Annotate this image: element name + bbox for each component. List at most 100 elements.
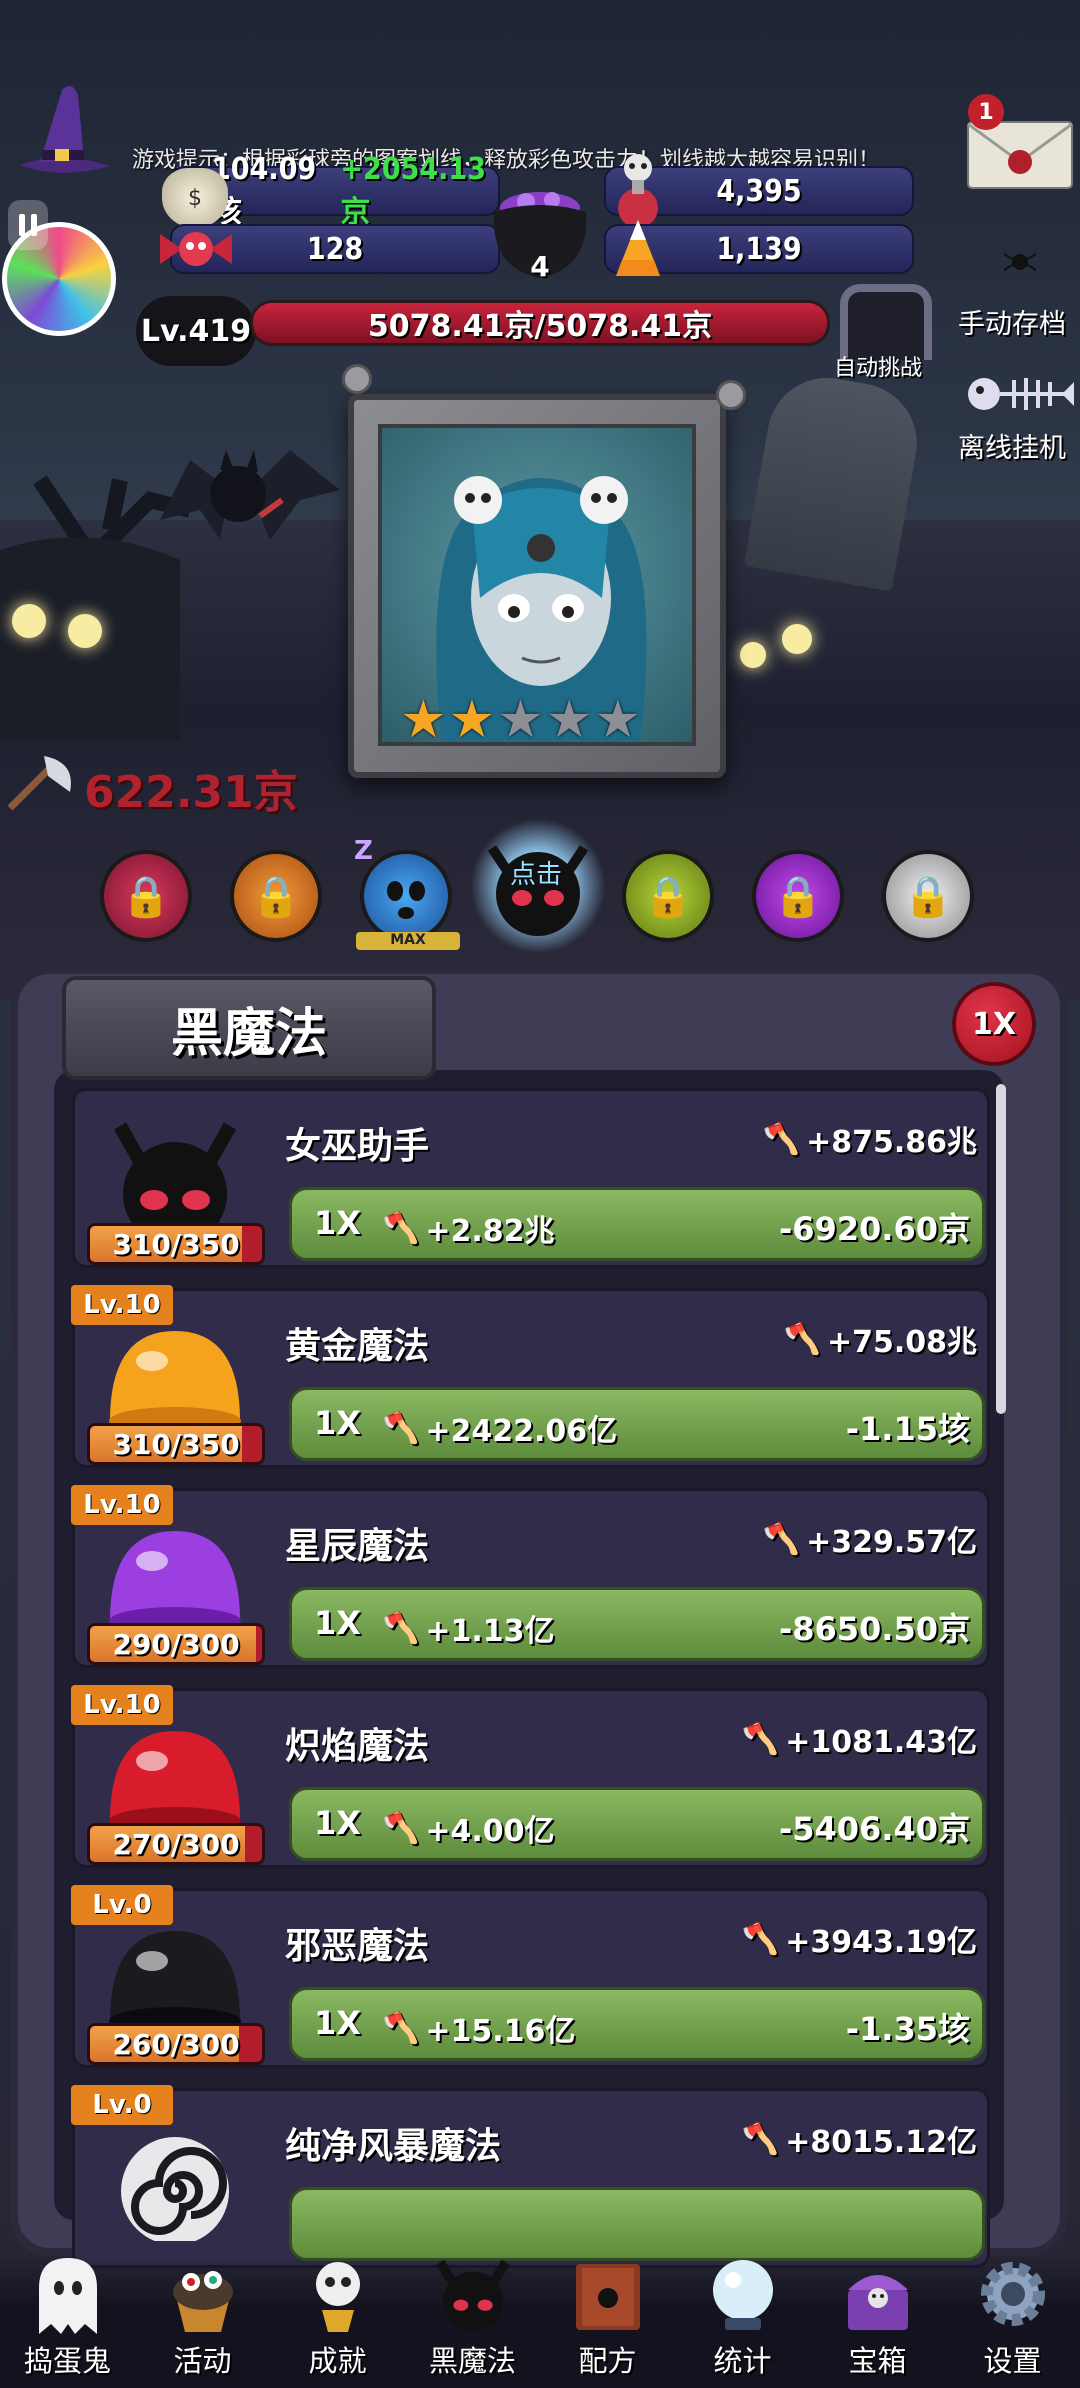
magic-dps: 🪓 +75.08兆 xyxy=(784,1317,977,1361)
nav-item[interactable]: 黑魔法 xyxy=(413,2252,533,2380)
star-empty-icon: ★ xyxy=(497,690,544,750)
locked-monster-orange[interactable]: 🔒 xyxy=(230,850,322,942)
damage-float-text: 622.31京 xyxy=(84,767,298,818)
upgrade-button[interactable]: 1X 🪓 +4.00亿 -5406.40京 xyxy=(289,1787,985,1861)
nav-item[interactable]: 活动 xyxy=(143,2252,263,2380)
magic-card[interactable]: 310/350 女巫助手 🪓 +875.86兆 1X 🪓 +2.82兆 -6920.… xyxy=(72,1088,990,1268)
axe-icon: 🪓 xyxy=(382,1210,420,1246)
upgrade-gain-value: +2.82兆 xyxy=(425,1214,555,1249)
nav-label: 宝箱 xyxy=(848,2344,907,2378)
axe-icon: 🪓 xyxy=(382,1610,420,1646)
lock-icon: 🔒 xyxy=(643,873,693,920)
wrapped-candy-icon xyxy=(160,226,232,272)
level-tag: Lv.0 xyxy=(71,1885,173,1925)
nav-item[interactable]: 设置 xyxy=(953,2252,1073,2380)
locked-monster-red[interactable]: 🔒 xyxy=(100,850,192,942)
glowing-eye-left-2 xyxy=(68,614,102,648)
sleep-indicator: Z xyxy=(354,836,373,866)
nav-item[interactable]: 捣蛋鬼 xyxy=(8,2252,128,2380)
gold-rate: +2054.13京 xyxy=(340,151,486,230)
upgrade-cost: -1.35垓 xyxy=(845,2010,970,2048)
star-empty-icon: ★ xyxy=(545,690,593,750)
magic-name: 纯净风暴魔法 xyxy=(285,2126,502,2167)
magic-name: 女巫助手 xyxy=(285,1126,430,1167)
nav-item[interactable]: 宝箱 xyxy=(818,2252,938,2380)
offline-idle-button[interactable]: 离线挂机 xyxy=(958,426,1066,465)
nav-label: 设置 xyxy=(983,2344,1042,2378)
locked-monster-white[interactable]: 🔒 xyxy=(882,850,974,942)
nav-item[interactable]: 统计 xyxy=(683,2252,803,2380)
magic-dps-value: +3943.19亿 xyxy=(785,1925,977,1960)
monster-selector: 🔒 🔒 Z MAX 点击 🔒 🔒 🔒 xyxy=(100,818,980,960)
list-scrollbar[interactable] xyxy=(996,1084,1006,1414)
nav-label: 成就 xyxy=(308,2344,367,2378)
upgrade-cost: -8650.50京 xyxy=(778,1610,970,1648)
upgrade-multiplier: 1X xyxy=(314,2004,361,2042)
upgrade-button[interactable]: 1X 🪓 +15.16亿 -1.35垓 xyxy=(289,1987,985,2061)
upgrade-button[interactable]: 1X 🪓 +2.82兆 -6920.60京 xyxy=(289,1187,985,1261)
upgrade-gain: 🪓 +2.82兆 xyxy=(382,1206,555,1250)
lock-icon: 🔒 xyxy=(773,873,823,920)
level-tag: Lv.10 xyxy=(71,1485,173,1525)
axe-icon: 🪓 xyxy=(762,1521,801,1557)
nail-left-icon xyxy=(342,364,372,394)
monster-blue-ghost[interactable] xyxy=(360,850,452,942)
star-empty-icon: ★ xyxy=(594,690,642,750)
upgrade-gain: 🪓 +15.16亿 xyxy=(382,2006,575,2050)
axe-icon: 🪓 xyxy=(382,2010,420,2046)
gold-sack-icon: $ xyxy=(162,168,228,228)
cupcake-icon xyxy=(161,2252,245,2336)
axe-icon: 🪓 xyxy=(741,2121,780,2157)
fishbone-icon xyxy=(964,366,1076,422)
spellbook-icon xyxy=(566,2252,650,2336)
bat-icon xyxy=(150,430,350,580)
upgrade-gain-value: +15.16亿 xyxy=(425,2014,576,2049)
magic-dps: 🪓 +875.86兆 xyxy=(763,1117,977,1161)
auto-challenge-button[interactable] xyxy=(840,284,932,360)
level-tag: Lv.10 xyxy=(71,1285,173,1325)
star-filled-icon: ★ xyxy=(448,690,496,750)
magic-card[interactable]: Lv.10 270/300 炽焰魔法 🪓 +1081.43亿 1X 🪓 +4.00亿… xyxy=(71,1685,990,1868)
magic-card[interactable]: Lv.10 290/300 星辰魔法 🪓 +329.57亿 1X 🪓 +1.13亿 … xyxy=(71,1485,990,1668)
manual-save-button[interactable]: 手动存档 xyxy=(958,302,1066,341)
upgrade-gain-value: +1.13亿 xyxy=(425,1614,555,1649)
tap-hint: 点击 xyxy=(510,860,563,890)
axe-icon: 🪓 xyxy=(741,1721,780,1757)
upgrade-progress-text: 310/350 xyxy=(112,1427,240,1461)
pause-icon[interactable] xyxy=(8,200,48,250)
axe-icon: 🪓 xyxy=(762,1121,801,1157)
mail-badge: 1 xyxy=(968,94,1004,130)
nail-right-icon xyxy=(716,380,746,410)
magic-name: 黄金魔法 xyxy=(285,1326,430,1367)
cauldron-count: 4 xyxy=(530,250,550,283)
locked-monster-green[interactable]: 🔒 xyxy=(622,850,714,942)
nav-item[interactable]: 成就 xyxy=(278,2252,398,2380)
magic-dps-value: +329.57亿 xyxy=(806,1525,977,1560)
magic-dps-value: +75.08兆 xyxy=(826,1325,977,1360)
magic-card[interactable]: Lv.10 310/350 黄金魔法 🪓 +75.08兆 1X 🪓 +2422.06… xyxy=(71,1285,990,1468)
axe-icon xyxy=(4,752,80,812)
magic-name: 星辰魔法 xyxy=(285,1526,430,1567)
upgrade-multiplier: 1X xyxy=(314,1604,361,1642)
upgrade-cost: -5406.40京 xyxy=(778,1810,970,1848)
player-level: Lv.419 xyxy=(136,296,256,366)
magic-card[interactable]: Lv.0 纯净风暴魔法 🪓 +8015.12亿 xyxy=(71,2085,990,2268)
locked-monster-purple[interactable]: 🔒 xyxy=(752,850,844,942)
buy-multiplier-button[interactable]: 1X xyxy=(952,982,1036,1066)
upgrade-multiplier: 1X xyxy=(314,1804,361,1842)
star-filled-icon: ★ xyxy=(400,690,447,750)
max-label: MAX xyxy=(356,932,460,950)
spider-icon xyxy=(1000,240,1040,280)
upgrade-button[interactable]: 1X 🪓 +2422.06亿 -1.15垓 xyxy=(289,1387,985,1461)
upgrade-progress-text: 290/300 xyxy=(112,1627,240,1661)
nav-item[interactable]: 配方 xyxy=(548,2252,668,2380)
hp-text: 5078.41京/5078.41京 xyxy=(367,309,713,344)
axe-icon: 🪓 xyxy=(382,1410,420,1446)
upgrade-progress-text: 270/300 xyxy=(112,1827,240,1861)
magic-name: 炽焰魔法 xyxy=(285,1726,430,1767)
upgrade-button[interactable] xyxy=(289,2187,985,2261)
upgrade-button[interactable]: 1X 🪓 +1.13亿 -8650.50京 xyxy=(289,1587,985,1661)
treasure-chest-icon xyxy=(836,2252,920,2336)
gear-icon xyxy=(971,2252,1055,2336)
magic-card[interactable]: Lv.0 260/300 邪恶魔法 🪓 +3943.19亿 1X 🪓 +15.16亿… xyxy=(71,1885,990,2068)
